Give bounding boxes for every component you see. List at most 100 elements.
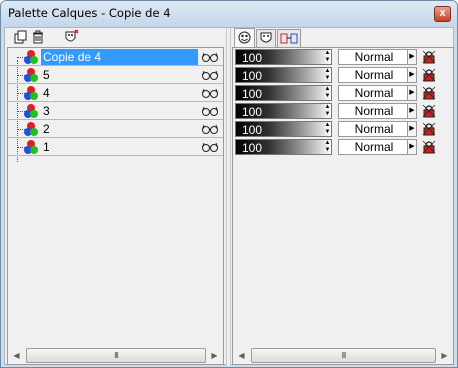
property-row: 100 ▲ ▼ Normal ▶ — [233, 66, 453, 84]
layer-toolbar — [7, 28, 225, 46]
properties-tabs — [232, 28, 454, 47]
layer-list: Copie de 4 5 4 3 2 1 ◀ III ▶ — [7, 47, 224, 365]
layer-list-hscrollbar[interactable]: ◀ III ▶ — [8, 347, 223, 364]
dropdown-arrow-icon[interactable]: ▶ — [407, 122, 416, 136]
dropdown-arrow-icon[interactable]: ▶ — [407, 86, 416, 100]
close-button[interactable]: x — [434, 6, 451, 22]
layer-row[interactable]: Copie de 4 — [8, 48, 223, 66]
scroll-right-icon[interactable]: ▶ — [206, 347, 223, 364]
layer-name[interactable]: 2 — [41, 121, 52, 137]
property-row: 100 ▲ ▼ Normal ▶ — [233, 48, 453, 66]
opacity-slider[interactable]: 100 ▲ ▼ — [235, 85, 332, 101]
lock-transparency-icon[interactable] — [421, 85, 437, 101]
new-layer-button[interactable] — [12, 29, 28, 45]
scroll-grip: III — [114, 351, 119, 360]
blend-mode-value: Normal — [354, 68, 394, 82]
dropdown-arrow-icon[interactable]: ▶ — [407, 140, 416, 154]
rgb-layer-icon — [24, 122, 38, 136]
visibility-glasses-icon[interactable] — [201, 123, 219, 135]
lock-transparency-icon[interactable] — [421, 121, 437, 137]
layer-name[interactable]: 3 — [41, 103, 52, 119]
scroll-left-icon[interactable]: ◀ — [233, 347, 250, 364]
blend-mode-value: Normal — [354, 50, 394, 64]
layer-name[interactable]: 4 — [41, 85, 52, 101]
scroll-right-icon[interactable]: ▶ — [436, 347, 453, 364]
layer-name[interactable]: Copie de 4 — [41, 49, 198, 65]
blend-mode-select[interactable]: Normal ▶ — [338, 85, 417, 101]
layer-row[interactable]: 3 — [8, 102, 223, 120]
row-divider — [8, 155, 223, 156]
blend-mode-select[interactable]: Normal ▶ — [338, 103, 417, 119]
opacity-spin-icon[interactable]: ▲ ▼ — [324, 68, 331, 82]
scroll-thumb[interactable]: III — [26, 348, 206, 363]
visibility-glasses-icon[interactable] — [201, 69, 219, 81]
tab-layer-properties[interactable] — [234, 28, 255, 47]
opacity-spin-icon[interactable]: ▲ ▼ — [324, 104, 331, 118]
rgb-layer-icon — [24, 68, 38, 82]
blend-mode-select[interactable]: Normal ▶ — [338, 67, 417, 83]
scroll-thumb[interactable]: III — [251, 348, 436, 363]
opacity-value: 100 — [242, 123, 263, 137]
blend-mode-value: Normal — [354, 86, 394, 100]
lock-transparency-icon[interactable] — [421, 139, 437, 155]
opacity-slider[interactable]: 100 ▲ ▼ — [235, 121, 332, 137]
opacity-value: 100 — [242, 105, 263, 119]
layer-row[interactable]: 4 — [8, 84, 223, 102]
opacity-spin-icon[interactable]: ▲ ▼ — [324, 122, 331, 136]
palette-client: Copie de 4 5 4 3 2 1 ◀ III ▶ 100 ▲ ▼ Nor… — [4, 27, 454, 366]
layer-row[interactable]: 1 — [8, 138, 223, 156]
pane-splitter[interactable] — [226, 28, 231, 366]
tab-mask[interactable] — [256, 29, 276, 47]
lock-transparency-icon[interactable] — [421, 67, 437, 83]
lock-transparency-icon[interactable] — [421, 49, 437, 65]
scroll-left-icon[interactable]: ◀ — [8, 347, 25, 364]
dropdown-arrow-icon[interactable]: ▶ — [407, 104, 416, 118]
close-icon: x — [439, 7, 446, 19]
mask-icon — [65, 29, 79, 42]
opacity-value: 100 — [242, 51, 263, 65]
tab-link[interactable] — [277, 29, 301, 47]
rgb-layer-icon — [24, 140, 38, 154]
layer-name[interactable]: 5 — [41, 67, 52, 83]
link-tab-icon — [280, 33, 298, 44]
layer-row[interactable]: 2 — [8, 120, 223, 138]
opacity-spin-icon[interactable]: ▲ ▼ — [324, 140, 331, 154]
blend-mode-value: Normal — [354, 140, 394, 154]
opacity-spin-icon[interactable]: ▲ ▼ — [324, 50, 331, 64]
dropdown-arrow-icon[interactable]: ▶ — [407, 50, 416, 64]
property-row: 100 ▲ ▼ Normal ▶ — [233, 120, 453, 138]
scroll-grip: III — [341, 351, 347, 360]
add-mask-button[interactable] — [63, 29, 79, 45]
opacity-slider[interactable]: 100 ▲ ▼ — [235, 139, 332, 155]
rgb-layer-icon — [24, 86, 38, 100]
opacity-slider[interactable]: 100 ▲ ▼ — [235, 49, 332, 65]
layer-row[interactable]: 5 — [8, 66, 223, 84]
blend-mode-select[interactable]: Normal ▶ — [338, 139, 417, 155]
opacity-value: 100 — [242, 141, 263, 155]
properties-hscrollbar[interactable]: ◀ III ▶ — [233, 347, 453, 364]
lock-transparency-icon[interactable] — [421, 103, 437, 119]
opacity-spin-icon[interactable]: ▲ ▼ — [324, 86, 331, 100]
blend-mode-value: Normal — [354, 122, 394, 136]
dropdown-arrow-icon[interactable]: ▶ — [407, 68, 416, 82]
visibility-glasses-icon[interactable] — [201, 87, 219, 99]
delete-layer-icon — [33, 30, 43, 44]
title-bar[interactable]: Palette Calques - Copie de 4 x — [1, 1, 457, 27]
rgb-layer-icon — [24, 50, 38, 64]
blend-mode-select[interactable]: Normal ▶ — [338, 49, 417, 65]
property-row: 100 ▲ ▼ Normal ▶ — [233, 84, 453, 102]
property-row: 100 ▲ ▼ Normal ▶ — [233, 102, 453, 120]
delete-layer-button[interactable] — [30, 29, 46, 45]
layer-name[interactable]: 1 — [41, 139, 52, 155]
opacity-slider[interactable]: 100 ▲ ▼ — [235, 103, 332, 119]
visibility-glasses-icon[interactable] — [201, 105, 219, 117]
opacity-slider[interactable]: 100 ▲ ▼ — [235, 67, 332, 83]
mask-tab-icon — [260, 32, 272, 43]
new-layer-icon — [14, 30, 27, 44]
visibility-glasses-icon[interactable] — [201, 141, 219, 153]
blend-mode-value: Normal — [354, 104, 394, 118]
palette-window: Palette Calques - Copie de 4 x Copie de … — [0, 0, 458, 368]
rgb-layer-icon — [24, 104, 38, 118]
blend-mode-select[interactable]: Normal ▶ — [338, 121, 417, 137]
visibility-glasses-icon[interactable] — [201, 51, 219, 63]
